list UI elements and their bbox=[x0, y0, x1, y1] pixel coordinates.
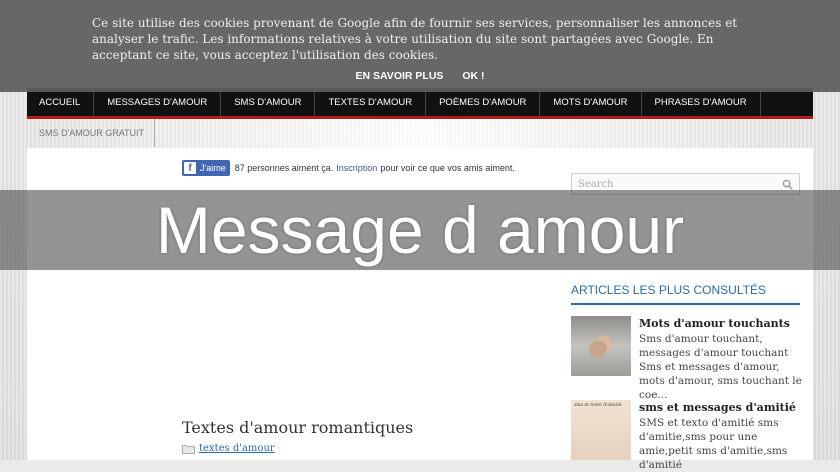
facebook-count: 87 personnes aiment ça. bbox=[234, 163, 334, 173]
learn-more-button[interactable]: EN SAVOIR PLUS bbox=[356, 70, 444, 82]
sidebar-title: ARTICLES LES PLUS CONSULTÉS bbox=[571, 283, 800, 305]
cookie-banner: Ce site utilise des cookies provenant de… bbox=[0, 0, 840, 92]
nav-item-sms-gratuit[interactable]: SMS D'AMOUR GRATUIT bbox=[27, 128, 144, 138]
article-thumbnail-2[interactable]: sms et texte d'amitié bbox=[571, 400, 631, 460]
thumbnail-2-text: sms et texte d'amitié bbox=[574, 403, 622, 408]
facebook-rest-text: pour voir ce que vos amis aiment. bbox=[380, 163, 515, 173]
nav-item-poemes[interactable]: POÈMES D'AMOUR bbox=[426, 88, 541, 116]
cookie-ok-button[interactable]: OK ! bbox=[462, 70, 484, 82]
cookie-actions: EN SAVOIR PLUS OK ! bbox=[0, 70, 840, 82]
nav-item-accueil[interactable]: ACCUEIL bbox=[27, 88, 95, 116]
article-desc-2: SMS et texto d'amitié sms d'amitie,sms p… bbox=[639, 417, 788, 471]
search-icon[interactable] bbox=[782, 179, 793, 190]
facebook-icon: f bbox=[184, 162, 196, 174]
facebook-like-button[interactable]: f J'aime bbox=[182, 160, 230, 176]
folder-icon bbox=[182, 444, 195, 454]
nav-item-textes[interactable]: TEXTES D'AMOUR bbox=[315, 88, 427, 116]
article-desc-1: Sms d'amour touchant, messages d'amour t… bbox=[639, 333, 802, 401]
nav-item-sms[interactable]: SMS D'AMOUR bbox=[221, 88, 316, 116]
cookie-text: Ce site utilise des cookies provenant de… bbox=[92, 16, 738, 62]
category-link[interactable]: textes d'amour bbox=[199, 443, 275, 454]
nav-second-row[interactable]: SMS D'AMOUR GRATUIT bbox=[27, 119, 155, 147]
facebook-like-bar: f J'aime 87 personnes aiment ça. Inscrip… bbox=[182, 160, 515, 176]
search-placeholder: Search bbox=[578, 178, 614, 190]
nav-item-messages[interactable]: MESSAGES D'AMOUR bbox=[94, 88, 222, 116]
article-title-1[interactable]: Mots d'amour touchants bbox=[639, 317, 790, 330]
article-thumbnail-1[interactable] bbox=[571, 316, 631, 376]
post-category: textes d'amour bbox=[182, 443, 275, 454]
page-caption: Message d amour bbox=[155, 193, 685, 267]
main-nav: ACCUEIL MESSAGES D'AMOUR SMS D'AMOUR TEX… bbox=[27, 88, 813, 119]
facebook-signup-link[interactable]: Inscription bbox=[336, 163, 377, 173]
article-title-2[interactable]: sms et messages d'amitié bbox=[639, 401, 796, 414]
nav-item-phrases[interactable]: PHRASES D'AMOUR bbox=[642, 88, 761, 116]
post-title[interactable]: Textes d'amour romantiques bbox=[182, 418, 413, 437]
facebook-like-label: J'aime bbox=[200, 163, 226, 173]
nav-item-mots[interactable]: MOTS D'AMOUR bbox=[540, 88, 642, 116]
